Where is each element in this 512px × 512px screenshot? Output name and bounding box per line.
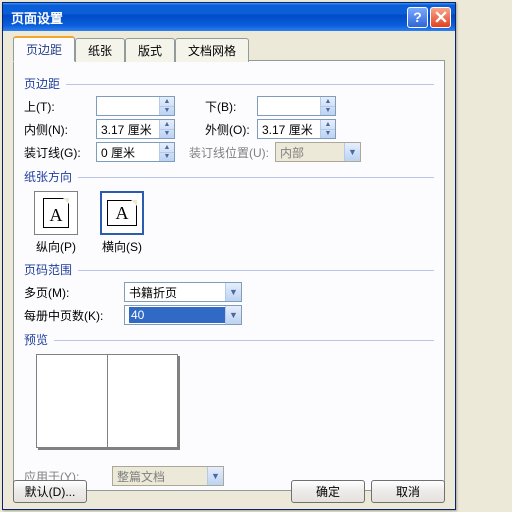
label-outside: 外侧(O):	[205, 121, 257, 138]
spin-up-icon[interactable]: ▲	[160, 120, 174, 130]
spin-up-icon[interactable]: ▲	[160, 143, 174, 153]
spin-down-icon[interactable]: ▼	[321, 130, 335, 139]
chevron-down-icon[interactable]: ▼	[225, 283, 241, 301]
ok-button[interactable]: 确定	[291, 480, 365, 503]
chevron-down-icon[interactable]: ▼	[225, 306, 241, 324]
input-inside[interactable]	[97, 120, 159, 138]
multipage-value: 书籍折页	[129, 284, 225, 301]
tabstrip: 页边距 纸张 版式 文档网格	[13, 37, 445, 61]
spin-up-icon[interactable]: ▲	[160, 97, 174, 107]
tab-panel: 页边距 上(T): ▲▼ 下(B): ▲▼ 内侧(N): ▲▼	[13, 61, 445, 491]
gutter-pos-value: 内部	[280, 144, 344, 161]
titlebar: 页面设置 ?	[3, 3, 455, 31]
portrait-icon	[43, 198, 69, 228]
group-pagerange: 页码范围	[24, 261, 434, 278]
help-button[interactable]: ?	[407, 7, 428, 28]
client-area: 页边距 纸张 版式 文档网格 页边距 上(T): ▲▼ 下(B): ▲▼	[3, 31, 455, 509]
label-inside: 内侧(N):	[24, 121, 96, 138]
close-button[interactable]	[430, 7, 451, 28]
group-orientation: 纸张方向	[24, 168, 434, 185]
orientation-landscape[interactable]: 横向(S)	[100, 191, 144, 255]
spin-bottom[interactable]: ▲▼	[257, 96, 336, 116]
chevron-down-icon: ▼	[344, 143, 360, 161]
spin-down-icon[interactable]: ▼	[160, 107, 174, 116]
combo-multipage[interactable]: 书籍折页 ▼	[124, 282, 242, 302]
preview-page-right	[108, 355, 178, 447]
combo-gutter-pos: 内部 ▼	[275, 142, 361, 162]
landscape-label: 横向(S)	[100, 238, 144, 255]
tab-paper[interactable]: 纸张	[75, 38, 125, 62]
sheets-value: 40	[129, 307, 225, 323]
label-bottom: 下(B):	[205, 98, 257, 115]
preview-page-left	[37, 355, 108, 447]
page-setup-dialog: 页面设置 ? 页边距 纸张 版式 文档网格 页边距 上(T): ▲▼ 下(B):	[2, 2, 456, 510]
orientation-portrait[interactable]: 纵向(P)	[34, 191, 78, 255]
group-margins: 页边距	[24, 75, 434, 92]
label-top: 上(T):	[24, 98, 96, 115]
tab-grid[interactable]: 文档网格	[175, 38, 249, 62]
spin-gutter[interactable]: ▲▼	[96, 142, 175, 162]
portrait-label: 纵向(P)	[34, 238, 78, 255]
window-title: 页面设置	[11, 8, 405, 27]
spin-top[interactable]: ▲▼	[96, 96, 175, 116]
spin-down-icon[interactable]: ▼	[160, 153, 174, 162]
label-gutter: 装订线(G):	[24, 144, 96, 161]
landscape-icon	[107, 200, 137, 226]
preview-box	[36, 354, 178, 448]
cancel-button[interactable]: 取消	[371, 480, 445, 503]
close-icon	[435, 11, 447, 23]
spin-down-icon[interactable]: ▼	[321, 107, 335, 116]
label-sheets: 每册中页数(K):	[24, 307, 124, 324]
tab-margins[interactable]: 页边距	[13, 36, 75, 62]
default-button[interactable]: 默认(D)...	[13, 480, 87, 503]
spin-down-icon[interactable]: ▼	[160, 130, 174, 139]
spin-up-icon[interactable]: ▲	[321, 97, 335, 107]
tab-layout[interactable]: 版式	[125, 38, 175, 62]
landscape-box[interactable]	[100, 191, 144, 235]
input-bottom[interactable]	[258, 97, 320, 115]
input-outside[interactable]	[258, 120, 320, 138]
portrait-box[interactable]	[34, 191, 78, 235]
spin-outside[interactable]: ▲▼	[257, 119, 336, 139]
dialog-buttons: 默认(D)... 确定 取消	[13, 480, 445, 503]
combo-sheets[interactable]: 40 ▼	[124, 305, 242, 325]
spin-up-icon[interactable]: ▲	[321, 120, 335, 130]
input-top[interactable]	[97, 97, 159, 115]
group-preview: 预览	[24, 331, 434, 348]
spin-inside[interactable]: ▲▼	[96, 119, 175, 139]
label-multipage: 多页(M):	[24, 284, 124, 301]
label-gutter-pos: 装订线位置(U):	[189, 144, 269, 161]
input-gutter[interactable]	[97, 143, 159, 161]
